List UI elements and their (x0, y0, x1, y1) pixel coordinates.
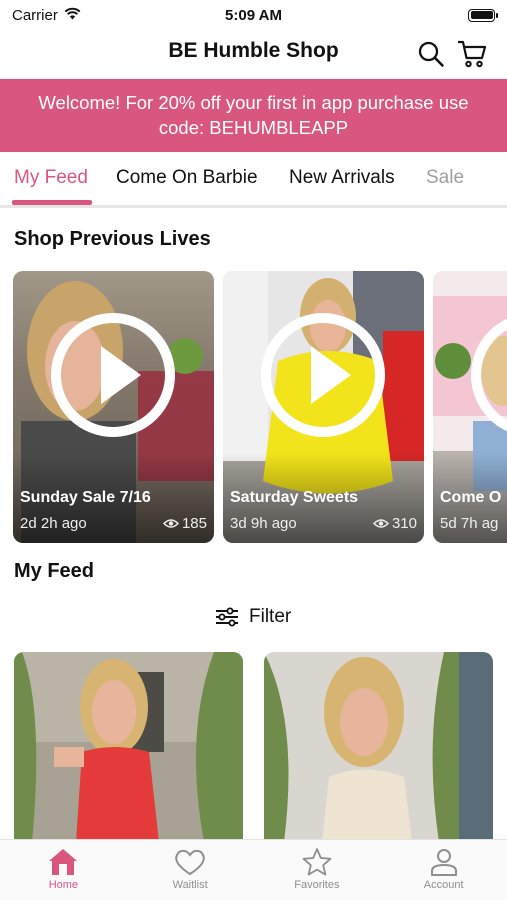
play-button[interactable] (261, 313, 385, 437)
live-views: 185 (162, 515, 207, 532)
nav-bar: BE Humble Shop (0, 30, 507, 78)
carrier-label: Carrier (12, 6, 58, 24)
live-title: Come O (440, 489, 502, 506)
tab-come-on-barbie[interactable]: Come On Barbie (116, 167, 258, 189)
live-views: 310 (372, 515, 417, 532)
tab-my-feed[interactable]: My Feed (14, 167, 88, 189)
live-title: Saturday Sweets (230, 489, 359, 506)
live-time-ago: 5d 7h ag (440, 515, 499, 532)
home-icon (49, 849, 78, 875)
status-bar: Carrier 5:09 AM (0, 0, 507, 30)
live-time-ago: 2d 2h ago (20, 515, 87, 532)
promo-text: Welcome! For 20% off your first in app p… (38, 92, 469, 138)
tabbar-favorites[interactable]: Favorites (254, 840, 381, 900)
bottom-tab-bar: Home Waitlist Favorites Account (0, 839, 507, 900)
live-card[interactable]: Sunday Sale 7/16 2d 2h ago 185 (13, 271, 214, 543)
previous-lives-heading: Shop Previous Lives (14, 228, 211, 250)
tab-new-arrivals[interactable]: New Arrivals (289, 167, 395, 189)
tabbar-waitlist-label: Waitlist (172, 879, 208, 891)
tab-sale[interactable]: Sale (426, 167, 464, 189)
tabbar-waitlist[interactable]: Waitlist (127, 840, 254, 900)
promo-banner[interactable]: Welcome! For 20% off your first in app p… (0, 79, 507, 152)
feed-item[interactable] (264, 652, 493, 842)
active-tab-indicator (12, 200, 92, 205)
wifi-icon (64, 7, 81, 24)
feed-item[interactable] (14, 652, 243, 842)
filter-button[interactable]: Filter (215, 606, 291, 628)
tabbar-home-label: Home (48, 879, 79, 891)
views-count: 310 (391, 515, 417, 532)
person-icon (430, 849, 457, 876)
views-count: 185 (181, 515, 207, 532)
previous-lives-carousel[interactable]: Sunday Sale 7/16 2d 2h ago 185 Saturday … (0, 271, 507, 545)
feed-item-image (264, 652, 493, 842)
cart-icon[interactable] (456, 38, 488, 70)
filter-icon (216, 607, 238, 627)
live-card[interactable]: Saturday Sweets 3d 9h ago 310 (223, 271, 424, 543)
search-icon[interactable] (415, 38, 447, 70)
live-time-ago: 3d 9h ago (230, 515, 297, 532)
tabbar-account-label: Account (423, 879, 464, 891)
tabbar-account[interactable]: Account (380, 840, 507, 900)
heart-icon (175, 849, 205, 876)
status-left: Carrier (12, 7, 81, 24)
my-feed-heading: My Feed (14, 560, 95, 582)
live-card[interactable]: Come O 5d 7h ag (433, 271, 507, 543)
play-button[interactable] (51, 313, 175, 437)
tabbar-favorites-label: Favorites (294, 879, 340, 891)
tabbar-home[interactable]: Home (0, 840, 127, 900)
battery-icon (468, 8, 498, 22)
live-title: Sunday Sale 7/16 (20, 489, 151, 506)
feed-item-image (14, 652, 243, 842)
eye-icon (162, 519, 179, 528)
filter-label: Filter (249, 606, 292, 627)
star-icon (302, 848, 332, 876)
category-tabs: My Feed Come On Barbie New Arrivals Sale (0, 152, 507, 208)
eye-icon (372, 519, 389, 528)
